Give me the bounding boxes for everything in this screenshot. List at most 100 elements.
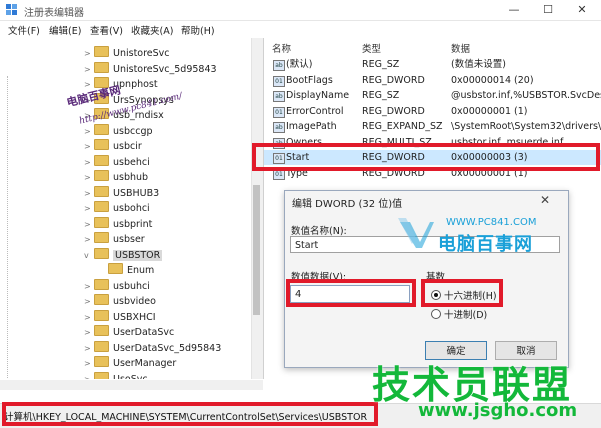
- column-header-type[interactable]: 类型: [362, 41, 381, 55]
- tree-item-label: UnistoreSvc: [113, 48, 170, 59]
- chevron-right-icon[interactable]: >: [84, 124, 94, 140]
- value-row[interactable]: 01 ErrorControl REG_DWORD 0x00000001 (1): [264, 104, 601, 119]
- path-highlight-frame: [2, 402, 378, 426]
- watermark-jsgho-url: www.jsgho.com: [418, 400, 578, 421]
- binary-value-icon: 01: [273, 75, 285, 87]
- chevron-down-icon[interactable]: v: [84, 248, 94, 264]
- key-tree-pane[interactable]: > UnistoreSvc > UnistoreSvc_5d95843 > upnphos…: [0, 38, 264, 379]
- chevron-right-icon[interactable]: >: [84, 217, 94, 233]
- folder-icon: [94, 247, 109, 259]
- chevron-right-icon[interactable]: >: [84, 170, 94, 186]
- value-row[interactable]: ab ImagePath REG_EXPAND_SZ \SystemRoot\Syst…: [264, 119, 601, 134]
- folder-icon: [94, 139, 109, 150]
- value-name-cell: BootFlags: [286, 74, 333, 86]
- folder-icon: [94, 154, 109, 166]
- chevron-right-icon[interactable]: >: [84, 46, 94, 62]
- tree-item-label: UserDataSvc_5d95843: [113, 342, 222, 354]
- value-data-cell: (数值未设置): [451, 59, 506, 70]
- tree-item[interactable]: Enum: [98, 263, 154, 279]
- chevron-right-icon[interactable]: >: [84, 294, 94, 310]
- value-data-cell: 0x00000014 (20): [451, 74, 534, 86]
- chevron-right-icon[interactable]: >: [84, 201, 94, 217]
- watermark-pc841-logo-icon: [398, 218, 434, 248]
- dec-radio-label[interactable]: 十进制(D): [444, 307, 487, 321]
- close-button[interactable]: ✕: [565, 0, 599, 20]
- tree-item[interactable]: > usbser: [84, 232, 145, 248]
- tree-item[interactable]: v USBSTOR: [84, 247, 163, 264]
- menu-file[interactable]: 文件(F): [8, 23, 40, 37]
- tree-item-label: usbcir: [113, 141, 142, 152]
- folder-icon: [94, 216, 109, 228]
- value-name-cell: (默认): [286, 59, 313, 70]
- tree-horizontal-scrollbar[interactable]: [0, 380, 263, 390]
- tree-item-label: usbuhci: [113, 280, 150, 292]
- tree-item[interactable]: > usbohci: [84, 201, 150, 217]
- value-type-cell: REG_DWORD: [362, 105, 425, 117]
- value-data-cell: \SystemRoot\System32\drivers\U: [451, 121, 601, 132]
- tree-item-label: usbehci: [113, 156, 150, 168]
- tree-item[interactable]: > UsoSvc: [84, 371, 148, 380]
- dec-radio[interactable]: [431, 309, 441, 319]
- tree-item-label: USBXHCI: [113, 311, 156, 323]
- tree-item[interactable]: > UserDataSvc: [84, 325, 174, 341]
- tree-item[interactable]: > UnistoreSvc_5d95843: [84, 61, 217, 78]
- chevron-right-icon[interactable]: >: [84, 139, 94, 155]
- chevron-right-icon[interactable]: >: [84, 279, 94, 295]
- menu-favorites[interactable]: 收藏夹(A): [131, 23, 173, 37]
- tree-item[interactable]: > UserDataSvc_5d95843: [84, 340, 222, 357]
- folder-icon: [94, 46, 109, 57]
- menu-help[interactable]: 帮助(H): [181, 23, 215, 37]
- tree-item-label: Enum: [127, 265, 155, 276]
- tree-item[interactable]: > usbhub: [84, 170, 148, 186]
- chevron-right-icon[interactable]: >: [84, 372, 94, 380]
- tree-item[interactable]: > usbprint: [84, 216, 153, 233]
- tree-item[interactable]: > usbccgp: [84, 123, 153, 140]
- value-type-cell: REG_DWORD: [362, 74, 425, 86]
- dialog-close-icon[interactable]: ✕: [540, 193, 550, 207]
- string-value-icon: ab: [273, 60, 285, 71]
- value-name-cell: ErrorControl: [286, 105, 344, 117]
- tree-item[interactable]: > USBHUB3: [84, 185, 160, 202]
- chevron-right-icon[interactable]: >: [84, 186, 94, 202]
- chevron-right-icon[interactable]: >: [84, 310, 94, 326]
- watermark-pc841-caps: WWW.PC841.COM: [446, 217, 537, 228]
- tree-item[interactable]: > usbcir: [84, 139, 142, 155]
- value-row[interactable]: 01 BootFlags REG_DWORD 0x00000014 (20): [264, 73, 601, 88]
- tree-item[interactable]: > UnistoreSvc: [84, 46, 170, 62]
- folder-icon: [94, 325, 109, 336]
- tree-item-label: UserManager: [113, 358, 177, 369]
- folder-icon: [94, 356, 109, 367]
- value-row[interactable]: ab DisplayName REG_SZ @usbstor.inf,%USBSTOR…: [264, 88, 601, 103]
- binary-value-icon: 01: [273, 106, 285, 118]
- chevron-right-icon[interactable]: >: [84, 356, 94, 372]
- tree-item-label: usbohci: [113, 203, 150, 214]
- tree-item-label: usbvideo: [113, 296, 156, 307]
- chevron-right-icon[interactable]: >: [84, 341, 94, 357]
- tree-scroll-thumb[interactable]: [253, 185, 260, 315]
- tree-item-label: usbprint: [113, 218, 153, 230]
- chevron-right-icon[interactable]: >: [84, 232, 94, 248]
- tree-item[interactable]: > usbuhci: [84, 278, 150, 295]
- tree-item[interactable]: > USBXHCI: [84, 309, 156, 326]
- chevron-right-icon[interactable]: >: [84, 62, 94, 78]
- menu-view[interactable]: 查看(V): [90, 23, 123, 37]
- menu-edit[interactable]: 编辑(E): [49, 23, 81, 37]
- folder-icon: [94, 61, 109, 73]
- chevron-right-icon[interactable]: >: [84, 325, 94, 341]
- tree-item[interactable]: > usbvideo: [84, 294, 156, 310]
- column-header-data[interactable]: 数据: [451, 41, 470, 55]
- tree-item-label: USBSTOR: [113, 249, 163, 261]
- minimize-button[interactable]: —: [497, 0, 531, 20]
- folder-icon: [94, 170, 109, 181]
- value-type-cell: REG_SZ: [362, 90, 400, 101]
- tree-item[interactable]: > usbehci: [84, 154, 150, 171]
- chevron-right-icon[interactable]: >: [84, 155, 94, 171]
- tree-item[interactable]: > UserManager: [84, 356, 176, 372]
- tree-item-label: USBHUB3: [113, 187, 160, 199]
- folder-icon: [94, 232, 109, 243]
- maximize-button[interactable]: ☐: [531, 0, 565, 20]
- column-header-name[interactable]: 名称: [272, 41, 291, 55]
- value-name-cell: ImagePath: [286, 121, 337, 132]
- folder-icon: [94, 371, 109, 379]
- value-row[interactable]: ab (默认) REG_SZ (数值未设置): [264, 57, 601, 72]
